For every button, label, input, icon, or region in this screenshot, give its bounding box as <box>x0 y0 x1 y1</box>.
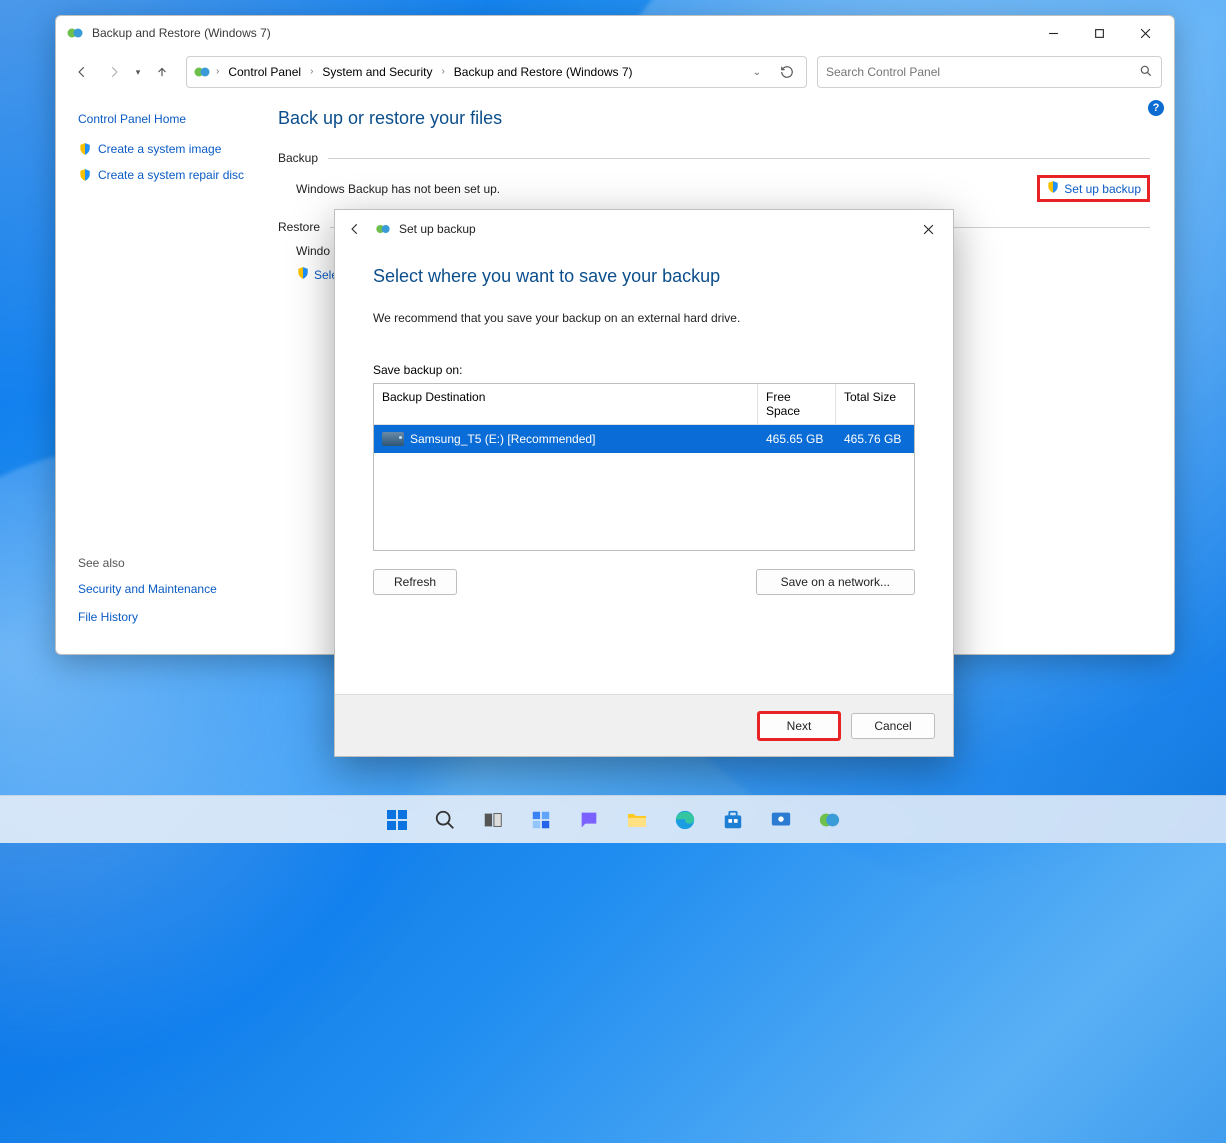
free-space-value: 465.65 GB <box>758 432 836 446</box>
setup-backup-dialog: Set up backup Select where you want to s… <box>334 209 954 757</box>
dialog-recommend-text: We recommend that you save your backup o… <box>373 311 915 325</box>
save-backup-label: Save backup on: <box>373 363 915 377</box>
store-icon[interactable] <box>713 800 753 840</box>
taskbar <box>0 795 1226 843</box>
sidebar-item-create-repair-disc[interactable]: Create a system repair disc <box>78 168 250 182</box>
shield-icon <box>78 168 92 182</box>
settings-app-icon[interactable] <box>761 800 801 840</box>
breadcrumb-chevron-icon: › <box>440 67 445 77</box>
backup-section-label: Backup <box>278 151 318 165</box>
shield-icon <box>78 142 92 156</box>
page-heading: Back up or restore your files <box>278 108 1150 129</box>
window-titlebar: Backup and Restore (Windows 7) <box>56 16 1174 50</box>
app-icon <box>66 24 84 42</box>
dialog-back-button[interactable] <box>343 217 367 241</box>
destination-name: Samsung_T5 (E:) [Recommended] <box>410 432 595 446</box>
dialog-close-button[interactable] <box>905 213 951 245</box>
save-on-network-button[interactable]: Save on a network... <box>756 569 915 595</box>
cancel-button[interactable]: Cancel <box>851 713 935 739</box>
see-also-label: See also <box>78 556 250 570</box>
dialog-app-icon <box>375 221 391 237</box>
shield-icon <box>296 266 310 283</box>
chat-icon[interactable] <box>569 800 609 840</box>
address-dropdown[interactable]: ⌄ <box>744 59 770 85</box>
file-explorer-icon[interactable] <box>617 800 657 840</box>
set-up-backup-label: Set up backup <box>1064 182 1141 196</box>
dialog-title: Set up backup <box>399 222 476 236</box>
table-header: Backup Destination Free Space Total Size <box>374 384 914 425</box>
next-button[interactable]: Next <box>757 711 841 741</box>
col-total-size[interactable]: Total Size <box>836 384 914 424</box>
breadcrumb-item[interactable]: Control Panel <box>224 63 305 81</box>
dialog-heading: Select where you want to save your backu… <box>373 266 915 287</box>
sidebar: Control Panel Home Create a system image… <box>56 94 264 654</box>
breadcrumb-item[interactable]: System and Security <box>318 63 436 81</box>
search-icon <box>1139 64 1153 81</box>
restore-section-label: Restore <box>278 220 320 234</box>
col-destination[interactable]: Backup Destination <box>374 384 758 424</box>
address-bar[interactable]: › Control Panel › System and Security › … <box>186 56 807 88</box>
sidebar-item-label: Create a system repair disc <box>98 168 244 182</box>
refresh-button[interactable]: Refresh <box>373 569 457 595</box>
close-button[interactable] <box>1122 18 1168 48</box>
search-icon[interactable] <box>425 800 465 840</box>
start-button[interactable] <box>377 800 417 840</box>
dialog-footer: Next Cancel <box>335 694 953 756</box>
window-title: Backup and Restore (Windows 7) <box>92 26 271 40</box>
backup-status-text: Windows Backup has not been set up. <box>296 182 500 196</box>
control-panel-home-link[interactable]: Control Panel Home <box>78 112 250 126</box>
set-up-backup-link[interactable]: Set up backup <box>1037 175 1150 202</box>
address-icon <box>193 63 211 81</box>
maximize-button[interactable] <box>1076 18 1122 48</box>
total-size-value: 465.76 GB <box>836 432 914 446</box>
destination-table[interactable]: Backup Destination Free Space Total Size… <box>373 383 915 551</box>
breadcrumb-chevron-icon: › <box>309 67 314 77</box>
dialog-titlebar: Set up backup <box>335 210 953 248</box>
divider <box>328 158 1150 159</box>
edge-icon[interactable] <box>665 800 705 840</box>
breadcrumb-item[interactable]: Backup and Restore (Windows 7) <box>450 63 637 81</box>
nav-row: ▾ › Control Panel › System and Security … <box>56 50 1174 94</box>
search-box[interactable] <box>817 56 1162 88</box>
dialog-body: Select where you want to save your backu… <box>335 248 953 694</box>
widgets-icon[interactable] <box>521 800 561 840</box>
table-row[interactable]: Samsung_T5 (E:) [Recommended] 465.65 GB … <box>374 425 914 453</box>
task-view-icon[interactable] <box>473 800 513 840</box>
col-free-space[interactable]: Free Space <box>758 384 836 424</box>
breadcrumb-chevron-icon: › <box>215 67 220 77</box>
backup-tool-icon[interactable] <box>809 800 849 840</box>
restore-status-text: Windo <box>296 244 330 258</box>
nav-forward-button[interactable] <box>100 58 128 86</box>
nav-up-button[interactable] <box>148 58 176 86</box>
sidebar-item-create-system-image[interactable]: Create a system image <box>78 142 250 156</box>
drive-icon <box>382 432 404 446</box>
shield-icon <box>1046 180 1060 197</box>
see-also-file-history[interactable]: File History <box>78 610 250 624</box>
minimize-button[interactable] <box>1030 18 1076 48</box>
see-also-security[interactable]: Security and Maintenance <box>78 582 250 596</box>
nav-back-button[interactable] <box>68 58 96 86</box>
refresh-button[interactable] <box>774 59 800 85</box>
search-input[interactable] <box>826 65 1133 79</box>
sidebar-item-label: Create a system image <box>98 142 221 156</box>
nav-history-dropdown[interactable]: ▾ <box>132 67 144 78</box>
